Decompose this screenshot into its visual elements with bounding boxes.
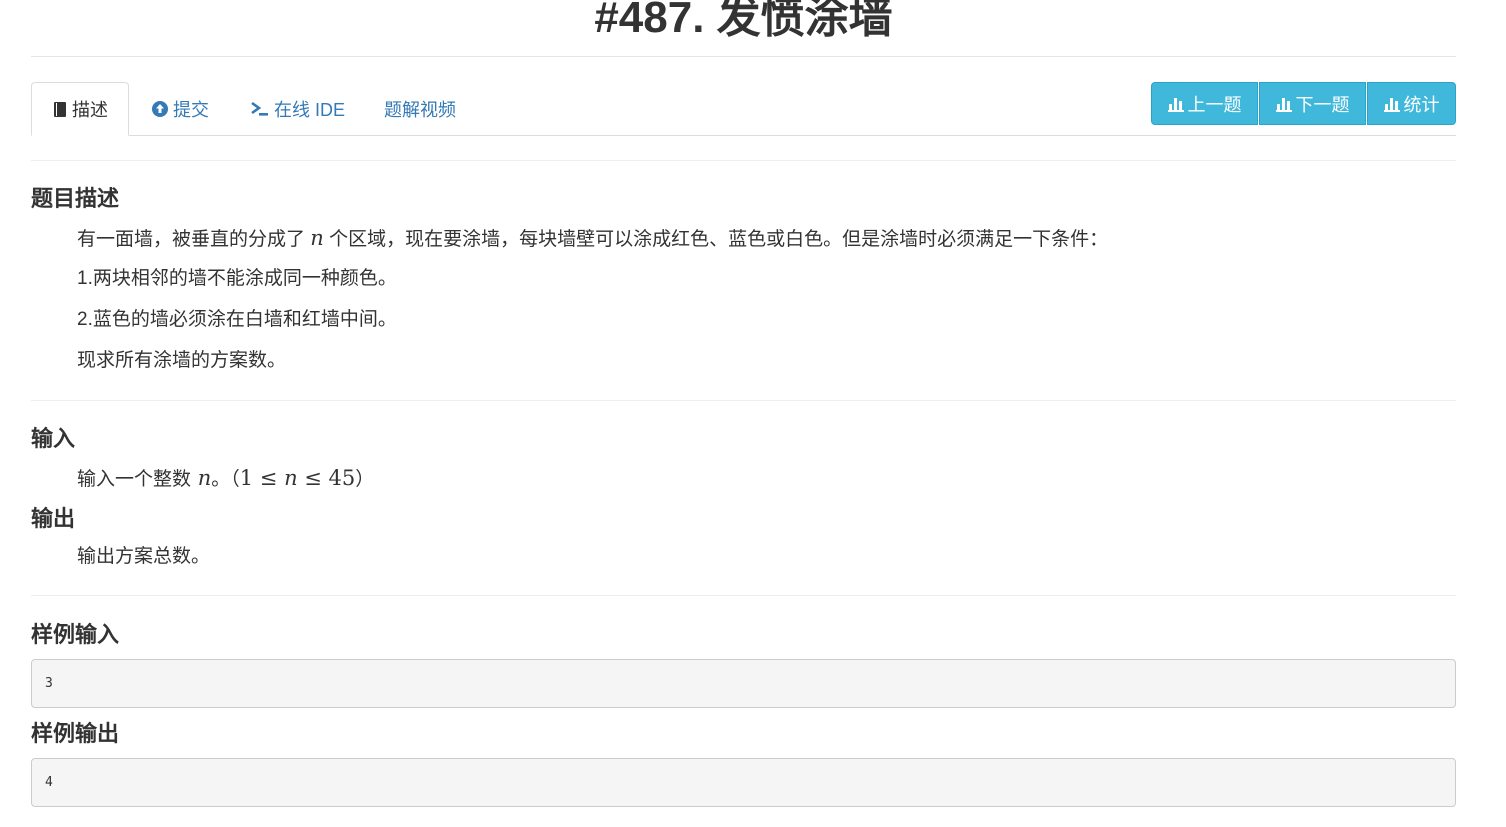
description-line1: 有一面墙，被垂直的分成了 n 个区域，现在要涂墙，每块墙壁可以涂成红色、蓝色或白…	[77, 225, 1108, 253]
math-variable: n	[197, 466, 212, 490]
input-text: 。（	[211, 469, 240, 490]
section-divider	[31, 595, 1456, 596]
terminal-icon	[250, 100, 270, 118]
sample-output-heading: 样例输出	[31, 721, 120, 746]
next-problem-label: 下一题	[1295, 94, 1350, 115]
description-text: 个区域，现在要涂墙，每块墙壁可以涂成红色、蓝色或白色。但是涂墙时必须满足一下条件…	[329, 229, 1109, 250]
description-rule2: 2.蓝色的墙必须涂在白墙和红墙中间。	[77, 309, 397, 330]
problem-nav-buttons: 上一题 下一题 统计	[1151, 82, 1456, 125]
prev-problem-label: 上一题	[1187, 94, 1242, 115]
tab-solution-video-label: 题解视频	[384, 99, 456, 120]
tab-description-label: 描述	[72, 100, 108, 120]
sample-input-heading: 样例输入	[31, 622, 120, 647]
upload-circle-icon	[151, 100, 169, 118]
tab-solution-video[interactable]: 题解视频	[384, 82, 456, 135]
title-divider	[31, 56, 1456, 57]
tab-description[interactable]: 描述	[31, 82, 129, 136]
input-heading: 输入	[31, 426, 76, 451]
description-rule1: 1.两块相邻的墙不能涂成同一种颜色。	[77, 268, 397, 289]
section-divider	[31, 400, 1456, 401]
statistics-button[interactable]: 统计	[1367, 82, 1456, 125]
tab-submit-label: 提交	[173, 99, 209, 120]
input-description: 输入一个整数 n。（1 ≤ n ≤ 45）	[77, 465, 374, 493]
math-constraint: 1 ≤ n ≤ 45	[239, 466, 356, 490]
section-divider	[31, 160, 1456, 161]
book-icon	[52, 101, 68, 118]
bar-chart-icon	[1383, 96, 1400, 112]
input-text: 输入一个整数	[77, 469, 192, 490]
bar-chart-icon	[1275, 96, 1292, 112]
statistics-label: 统计	[1403, 94, 1440, 115]
sample-input-block[interactable]: 3	[31, 659, 1456, 708]
input-text: ）	[355, 469, 375, 490]
problem-page: #487. 发愤涂墙 描述 提交 在线 IDE 题解视频 上一题 下一题 统计 …	[31, 0, 1456, 807]
tab-online-ide[interactable]: 在线 IDE	[250, 82, 345, 135]
description-question: 现求所有涂墙的方案数。	[77, 350, 287, 371]
output-heading: 输出	[31, 506, 76, 531]
description-heading: 题目描述	[31, 186, 120, 211]
output-description: 输出方案总数。	[77, 546, 211, 567]
next-problem-button[interactable]: 下一题	[1259, 82, 1366, 125]
tab-submit[interactable]: 提交	[151, 82, 209, 135]
math-variable: n	[310, 226, 324, 250]
prev-problem-button[interactable]: 上一题	[1151, 82, 1258, 125]
tab-online-ide-label: 在线 IDE	[274, 99, 346, 120]
bar-chart-icon	[1167, 96, 1184, 112]
page-title: #487. 发愤涂墙	[594, 0, 893, 42]
sample-output-block[interactable]: 4	[31, 758, 1456, 807]
description-text: 有一面墙，被垂直的分成了	[77, 229, 306, 250]
